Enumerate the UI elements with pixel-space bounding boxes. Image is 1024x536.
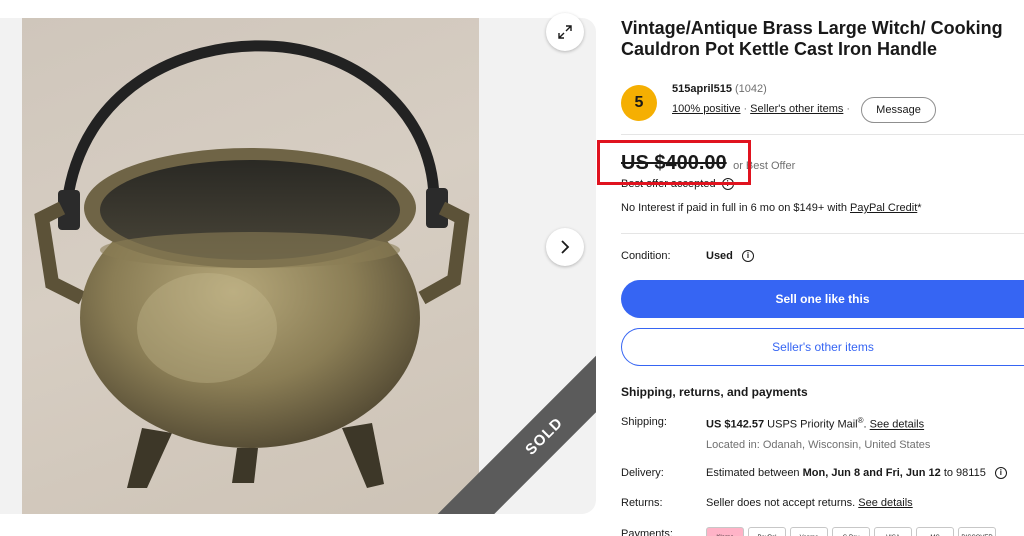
seller-name-line: 515april515 (1042) — [672, 83, 767, 95]
payment-badge: Klarna — [706, 527, 744, 536]
shipping-service: USPS Priority Mail — [764, 418, 858, 431]
returns-text: Seller does not accept returns. — [706, 497, 859, 509]
expand-image-button[interactable] — [546, 13, 584, 51]
seller-name[interactable]: 515april515 — [672, 83, 732, 95]
returns-label: Returns: — [621, 497, 663, 509]
item-location: Located in: Odanah, Wisconsin, United St… — [706, 439, 931, 451]
price-highlight-box — [597, 140, 751, 185]
condition-value: Used — [706, 250, 733, 262]
shipping-label: Shipping: — [621, 416, 667, 428]
payment-badge: VISA — [874, 527, 912, 536]
seller-other-items-link[interactable]: Seller's other items — [750, 103, 843, 115]
message-button[interactable]: Message — [861, 97, 936, 123]
payment-badge: MC — [916, 527, 954, 536]
separator-dot: · — [743, 103, 748, 115]
product-photo[interactable] — [22, 18, 479, 514]
expand-icon — [558, 25, 572, 39]
seller-avatar[interactable]: 5 — [621, 85, 657, 121]
seller-feedback-count: (1042) — [735, 83, 767, 95]
divider — [621, 134, 1024, 135]
delivery-label: Delivery: — [621, 467, 664, 479]
divider — [621, 233, 1024, 234]
returns-value: Seller does not accept returns. See deta… — [706, 497, 913, 509]
financing-text: No Interest if paid in full in 6 mo on $… — [621, 202, 850, 214]
shipping-see-details-link[interactable]: See details — [870, 419, 924, 431]
delivery-dates: Mon, Jun 8 and Fri, Jun 12 — [802, 467, 941, 479]
image-gallery: SOLD — [0, 18, 596, 514]
financing-line: No Interest if paid in full in 6 mo on $… — [621, 202, 922, 214]
delivery-value: Estimated between Mon, Jun 8 and Fri, Ju… — [706, 467, 1007, 480]
shipping-value: US $142.57 USPS Priority Mail®. See deta… — [706, 416, 924, 431]
payment-badge: Venmo — [790, 527, 828, 536]
listing-title: Vintage/Antique Brass Large Witch/ Cooki… — [621, 18, 1003, 59]
payment-methods: Klarna PayPal Venmo G Pay VISA MC DISCOV… — [706, 527, 996, 536]
payment-badge: DISCOVER — [958, 527, 996, 536]
sold-label: SOLD — [521, 413, 567, 459]
delivery-prefix: Estimated between — [706, 467, 803, 479]
separator-dot: · — [846, 103, 851, 115]
listing-info: Vintage/Antique Brass Large Witch/ Cooki… — [621, 18, 1024, 536]
payments-label: Payments: — [621, 528, 673, 536]
chevron-right-icon — [561, 240, 570, 254]
next-image-button[interactable] — [546, 228, 584, 266]
sellers-other-items-button[interactable]: Seller's other items — [621, 328, 1024, 366]
paypal-credit-link[interactable]: PayPal Credit — [850, 202, 917, 214]
payment-badge: G Pay — [832, 527, 870, 536]
condition-label: Condition: — [621, 250, 671, 262]
cauldron-illustration — [34, 40, 470, 488]
seller-card: 5 515april515 (1042) 100% positive · Selle… — [621, 83, 1024, 133]
sell-one-like-this-button[interactable]: Sell one like this — [621, 280, 1024, 318]
seller-positive-link[interactable]: 100% positive — [672, 103, 741, 115]
shipping-section-title: Shipping, returns, and payments — [621, 385, 808, 399]
financing-suffix: * — [917, 202, 922, 214]
shipping-price: US $142.57 — [706, 418, 765, 431]
delivery-suffix: to 98115 — [940, 467, 986, 479]
payment-badge: PayPal — [748, 527, 786, 536]
returns-see-details-link[interactable]: See details — [858, 497, 912, 509]
info-icon[interactable]: i — [994, 467, 1007, 480]
seller-links: 100% positive · Seller's other items · — [672, 103, 853, 115]
condition-value-line: Used i — [706, 250, 754, 263]
info-icon[interactable]: i — [741, 250, 754, 263]
